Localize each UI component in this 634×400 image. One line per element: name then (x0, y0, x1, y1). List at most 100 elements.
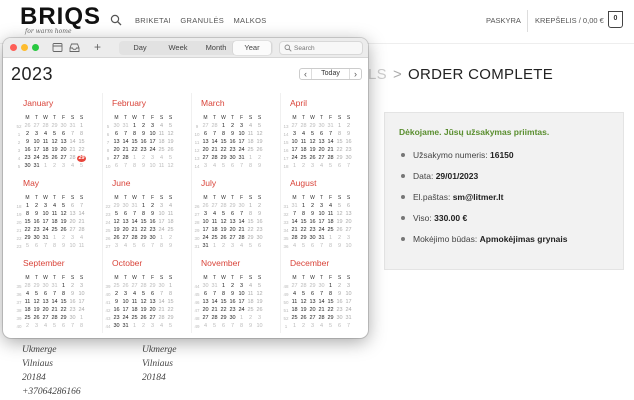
day-cell[interactable]: 18 (246, 299, 255, 306)
day-cell[interactable]: 2 (112, 291, 121, 298)
day-cell[interactable]: 9 (23, 139, 32, 146)
day-cell[interactable]: 25 (112, 283, 121, 290)
day-cell[interactable]: 24 (317, 227, 326, 234)
day-cell[interactable]: 30 (255, 235, 264, 242)
day-cell[interactable]: 19 (255, 299, 264, 306)
day-cell[interactable]: 11 (50, 211, 59, 218)
day-cell[interactable]: 6 (41, 291, 50, 298)
month-september[interactable]: September M T W T F S S 35 28 29 30 31 1 2 3 36 4 5 6 7 8 9 10 3… (9, 258, 89, 334)
day-cell[interactable]: 15 (166, 299, 175, 306)
month-february[interactable]: February M T W T F S S 5 30 31 1 2 3 4 5 6 6 7 8 9 10 11 12 7 13 1… (98, 98, 178, 174)
day-cell[interactable]: 9 (335, 243, 344, 250)
day-cell[interactable]: 30 (228, 155, 237, 162)
month-august[interactable]: August M T W T F S S 31 31 1 2 3 4 5 6 32 7 8 9 10 11 12 13 33 14… (276, 178, 356, 254)
day-cell[interactable]: 28 (139, 283, 148, 290)
day-cell[interactable]: 22 (219, 147, 228, 154)
day-cell[interactable]: 29 (112, 203, 121, 210)
day-cell[interactable]: 9 (228, 291, 237, 298)
day-cell[interactable]: 28 (326, 155, 335, 162)
day-cell[interactable]: 5 (246, 243, 255, 250)
day-cell[interactable]: 2 (335, 283, 344, 290)
close-button[interactable] (10, 44, 17, 51)
day-cell[interactable]: 6 (201, 131, 210, 138)
day-cell[interactable]: 4 (290, 291, 299, 298)
day-cell[interactable]: 24 (201, 235, 210, 242)
day-cell[interactable]: 25 (246, 147, 255, 154)
day-cell[interactable]: 8 (130, 163, 139, 170)
day-cell[interactable]: 2 (139, 323, 148, 330)
day-cell[interactable]: 7 (290, 211, 299, 218)
day-cell[interactable]: 18 (130, 307, 139, 314)
day-cell[interactable]: 4 (246, 283, 255, 290)
day-cell[interactable]: 21 (326, 147, 335, 154)
day-cell[interactable]: 24 (121, 315, 130, 322)
day-cell[interactable]: 6 (148, 291, 157, 298)
day-cell[interactable]: 5 (32, 291, 41, 298)
day-cell[interactable]: 10 (41, 211, 50, 218)
day-cell[interactable]: 4 (166, 203, 175, 210)
day-cell[interactable]: 7 (210, 291, 219, 298)
day-cell[interactable]: 4 (121, 243, 130, 250)
day-cell[interactable]: 8 (130, 131, 139, 138)
day-cell[interactable]: 7 (130, 211, 139, 218)
day-cell[interactable]: 3 (59, 163, 68, 170)
day-cell[interactable]: 19 (166, 139, 175, 146)
day-cell[interactable]: 4 (299, 131, 308, 138)
day-cell[interactable]: 25 (246, 307, 255, 314)
day-cell[interactable]: 3 (290, 131, 299, 138)
day-cell[interactable]: 27 (121, 235, 130, 242)
day-cell[interactable]: 22 (23, 227, 32, 234)
day-cell[interactable]: 3 (308, 163, 317, 170)
day-cell[interactable]: 10 (344, 291, 353, 298)
day-cell[interactable]: 27 (201, 155, 210, 162)
day-cell[interactable]: 28 (210, 155, 219, 162)
day-cell[interactable]: 7 (77, 203, 86, 210)
day-cell[interactable]: 22 (219, 307, 228, 314)
day-cell[interactable]: 9 (344, 131, 353, 138)
day-cell[interactable]: 26 (255, 147, 264, 154)
day-cell[interactable]: 14 (50, 299, 59, 306)
day-cell[interactable]: 5 (50, 131, 59, 138)
day-cell[interactable]: 12 (166, 131, 175, 138)
day-cell[interactable]: 20 (228, 227, 237, 234)
day-cell[interactable]: 30 (112, 323, 121, 330)
day-cell[interactable]: 31 (210, 283, 219, 290)
day-cell[interactable]: 20 (148, 307, 157, 314)
day-cell[interactable]: 2 (23, 323, 32, 330)
day-cell[interactable]: 31 (50, 283, 59, 290)
inbox-icon[interactable] (69, 42, 80, 53)
day-cell[interactable]: 10 (237, 131, 246, 138)
day-cell[interactable]: 18 (246, 139, 255, 146)
day-cell[interactable]: 28 (41, 123, 50, 130)
day-cell[interactable]: 25 (210, 235, 219, 242)
day-cell[interactable]: 2 (219, 243, 228, 250)
day-cell[interactable]: 15 (77, 139, 86, 146)
day-cell[interactable]: 11 (41, 139, 50, 146)
day-cell[interactable]: 9 (166, 243, 175, 250)
day-cell[interactable]: 8 (335, 131, 344, 138)
day-cell[interactable]: 26 (121, 283, 130, 290)
day-cell[interactable]: 26 (255, 307, 264, 314)
day-cell[interactable]: 21 (210, 307, 219, 314)
day-cell[interactable]: 28 (237, 235, 246, 242)
cart-link[interactable]: KREPŠELIS / 0,00 € (535, 16, 604, 25)
day-cell[interactable]: 4 (246, 123, 255, 130)
day-cell[interactable]: 17 (148, 139, 157, 146)
day-cell[interactable]: 28 (68, 155, 77, 162)
day-cell[interactable]: 3 (201, 163, 210, 170)
day-cell[interactable]: 8 (246, 211, 255, 218)
day-cell[interactable]: 15 (23, 219, 32, 226)
prev-year-button[interactable]: ‹ (300, 69, 312, 79)
day-cell[interactable]: 15 (139, 219, 148, 226)
day-cell[interactable]: 1 (299, 203, 308, 210)
day-cell[interactable]: 30 (335, 315, 344, 322)
day-cell[interactable]: 4 (201, 323, 210, 330)
day-cell[interactable]: 2 (148, 203, 157, 210)
day-cell[interactable]: 10 (157, 211, 166, 218)
day-cell[interactable]: 4 (290, 243, 299, 250)
tab-week[interactable]: Week (159, 41, 197, 55)
day-cell[interactable]: 10 (201, 219, 210, 226)
day-cell[interactable]: 13 (344, 211, 353, 218)
day-cell[interactable]: 4 (77, 235, 86, 242)
day-cell[interactable]: 8 (59, 291, 68, 298)
